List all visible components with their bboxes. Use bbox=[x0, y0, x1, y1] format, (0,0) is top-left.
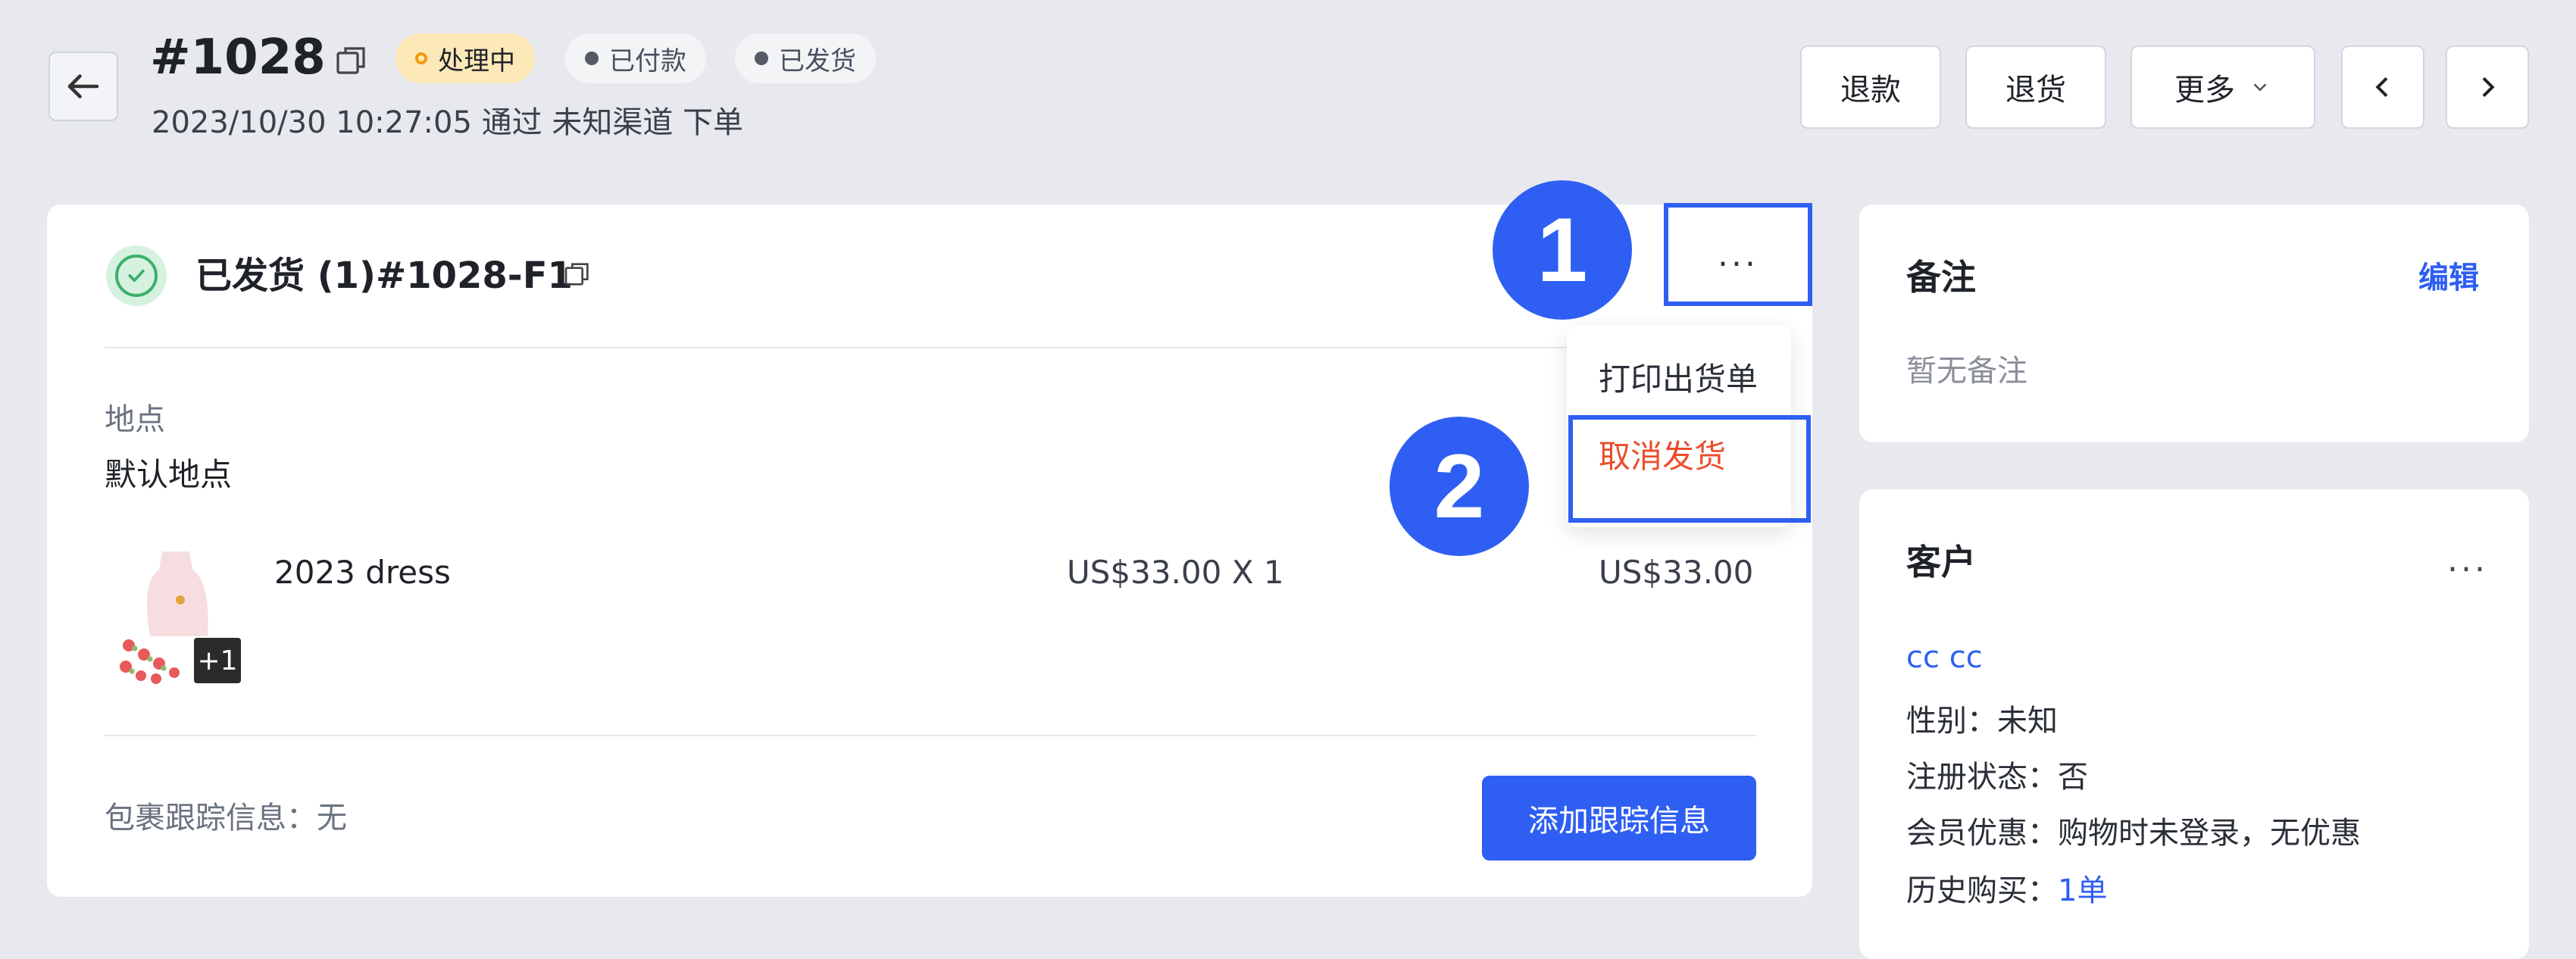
copy-icon[interactable] bbox=[333, 42, 370, 79]
arrow-left-icon bbox=[67, 74, 99, 98]
more-actions-button[interactable]: ... bbox=[1664, 203, 1812, 306]
divider bbox=[105, 735, 1756, 736]
location-value: 默认地点 bbox=[105, 456, 233, 493]
previous-order-button[interactable] bbox=[2341, 45, 2424, 129]
customer-history-link[interactable]: 1单 bbox=[2058, 873, 2107, 908]
product-unit-price: US$33.00 X 1 bbox=[1067, 554, 1284, 591]
add-tracking-button[interactable]: 添加跟踪信息 bbox=[1482, 776, 1756, 861]
customer-history-label: 历史购买： bbox=[1906, 873, 2058, 908]
more-button-label: 更多 bbox=[2174, 73, 2235, 108]
fulfillment-title: 已发货 (1)#1028-F1 bbox=[195, 255, 573, 297]
more-items-badge: +1 bbox=[194, 638, 241, 683]
status-badge-label: 已发货 bbox=[779, 45, 856, 77]
tracking-info: 包裹跟踪信息：无 bbox=[105, 801, 347, 836]
customer-registration: 注册状态：否 bbox=[1906, 760, 2088, 795]
chevron-right-icon bbox=[2482, 77, 2495, 98]
status-badge-shipped: 已发货 bbox=[735, 33, 876, 83]
next-order-button[interactable] bbox=[2446, 45, 2529, 129]
notes-card bbox=[1859, 205, 2529, 442]
refund-button[interactable]: 退款 bbox=[1800, 45, 1941, 129]
check-circle-icon bbox=[106, 245, 167, 306]
chevron-left-icon bbox=[2375, 77, 2388, 98]
status-dot-icon bbox=[755, 52, 768, 65]
more-button[interactable]: 更多 bbox=[2131, 45, 2315, 129]
order-subline: 2023/10/30 10:27:05 通过 未知渠道 下单 bbox=[152, 105, 744, 140]
customer-title: 客户 bbox=[1906, 542, 1976, 583]
product-total: US$33.00 bbox=[1599, 554, 1754, 591]
notes-edit-link[interactable]: 编辑 bbox=[2418, 255, 2479, 301]
status-dot-icon bbox=[585, 52, 599, 65]
status-badge-paid: 已付款 bbox=[565, 33, 706, 83]
highlight-box-cancel bbox=[1568, 415, 1811, 523]
step-badge-1: 1 bbox=[1493, 180, 1632, 320]
copy-icon[interactable] bbox=[562, 259, 592, 289]
customer-more-button[interactable]: ... bbox=[2447, 539, 2488, 582]
status-badge-label: 已付款 bbox=[609, 45, 686, 77]
chevron-down-icon bbox=[2253, 83, 2267, 92]
status-badge-label: 处理中 bbox=[438, 45, 515, 77]
notes-title: 备注 bbox=[1906, 257, 1976, 298]
customer-name-link[interactable]: cc cc bbox=[1906, 636, 1983, 679]
status-badge-processing: 处理中 bbox=[395, 33, 535, 83]
back-button[interactable] bbox=[48, 52, 118, 121]
step-badge-2: 2 bbox=[1390, 417, 1529, 556]
menu-item-print-packing-slip[interactable]: 打印出货单 bbox=[1599, 356, 1758, 403]
divider bbox=[105, 347, 1756, 348]
customer-history: 历史购买：1单 bbox=[1906, 870, 2107, 912]
notes-empty-text: 暂无备注 bbox=[1906, 354, 2027, 389]
customer-gender: 性别：未知 bbox=[1906, 704, 2058, 739]
customer-member-discount: 会员优惠：购物时未登录，无优惠 bbox=[1906, 816, 2361, 851]
location-label: 地点 bbox=[105, 402, 165, 437]
return-button[interactable]: 退货 bbox=[1965, 45, 2106, 129]
product-name[interactable]: 2023 dress bbox=[274, 550, 451, 595]
order-number: #1028 bbox=[150, 30, 326, 86]
processing-dot-icon bbox=[415, 52, 427, 64]
